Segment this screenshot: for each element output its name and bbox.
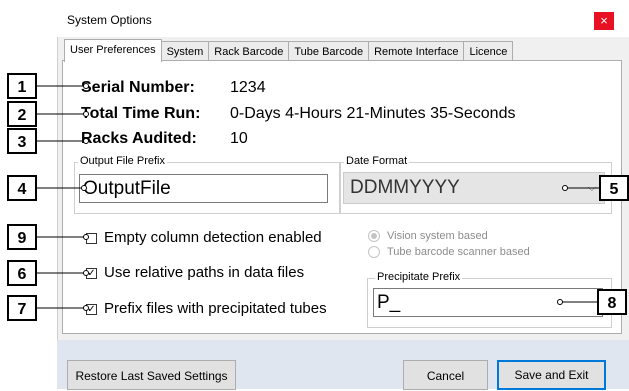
total-time-label: Total Time Run: [81,105,201,122]
precipitate-prefix-legend: Precipitate Prefix [375,271,463,283]
tab-tube-barcode[interactable]: Tube Barcode [288,41,370,62]
callout-1: 1 [7,73,37,99]
callout-6: 6 [7,260,37,286]
radio-vision-system-label: Vision system based [387,230,488,242]
output-prefix-input[interactable]: OutputFile [79,174,328,203]
serial-number-label: Serial Number: [81,79,195,96]
callout-8: 8 [597,289,627,315]
callout-3: 3 [7,128,37,154]
racks-audited-label: Racks Audited: [81,130,197,147]
total-time-value: 0-Days 4-Hours 21-Minutes 35-Seconds [230,105,516,122]
total-time-row: Total Time Run: [81,104,200,124]
callout-5: 5 [599,175,629,201]
relative-paths-checkbox[interactable]: ✓ [86,268,97,279]
tab-system[interactable]: System [160,41,210,62]
date-format-legend: Date Format [344,155,410,167]
callout-4: 4 [7,175,37,201]
checkmark-icon: ✓ [87,304,96,315]
tab-rack-barcode[interactable]: Rack Barcode [208,41,290,62]
empty-column-label: Empty column detection enabled [104,229,322,246]
chevron-down-icon: ⌵ [587,182,596,194]
radio-tube-barcode-scanner-label: Tube barcode scanner based [387,246,530,258]
relative-paths-label: Use relative paths in data files [104,264,305,281]
output-prefix-legend: Output File Prefix [78,155,167,167]
prefix-precipitated-checkbox[interactable]: ✓ [86,304,97,315]
checkmark-icon: ✓ [87,268,96,279]
serial-number-row: Serial Number: [81,78,195,98]
cancel-button[interactable]: Cancel [403,360,488,390]
tab-licence[interactable]: Licence [463,41,514,62]
callout-2: 2 [7,101,37,127]
callout-7: 7 [7,295,37,321]
callout-9: 9 [7,224,37,250]
date-format-select[interactable]: DDMMYYYY ⌵ [343,172,605,204]
restore-settings-button[interactable]: Restore Last Saved Settings [67,360,236,390]
racks-audited-row: Racks Audited: [81,129,197,149]
empty-column-checkbox[interactable] [86,233,97,244]
save-and-exit-button[interactable]: Save and Exit [497,360,606,390]
window-title: System Options [67,13,152,27]
tab-user-preferences[interactable]: User Preferences [64,39,162,62]
precipitate-prefix-input[interactable]: P_ [373,288,603,317]
date-format-value: DDMMYYYY [350,177,460,198]
tab-strip: User Preferences System Rack Barcode Tub… [64,39,514,62]
tab-remote-interface[interactable]: Remote Interface [368,41,465,62]
radio-tube-barcode-scanner[interactable] [368,246,380,258]
prefix-precipitated-label: Prefix files with precipitated tubes [104,300,327,317]
close-button[interactable]: × [594,12,614,30]
racks-audited-value: 10 [230,130,248,147]
serial-number-value: 1234 [230,79,266,96]
radio-vision-system[interactable] [368,230,380,242]
